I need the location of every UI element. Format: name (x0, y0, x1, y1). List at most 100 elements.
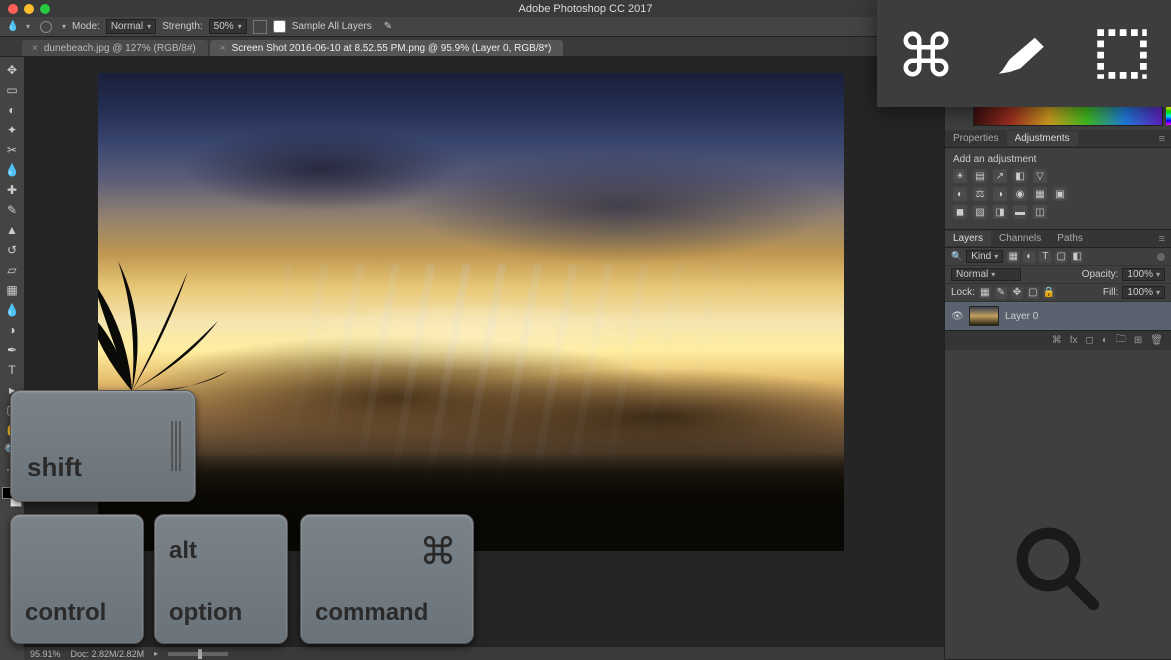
new-fill-layer-icon[interactable]: ◐ (1102, 335, 1108, 346)
color-lookup-icon[interactable]: ▣ (1053, 187, 1067, 201)
type-tool-icon[interactable]: T (2, 361, 22, 379)
layer-row[interactable]: 👁 Layer 0 (945, 302, 1171, 330)
tab-channels[interactable]: Channels (991, 231, 1049, 246)
filter-smart-icon[interactable]: ◧ (1071, 251, 1083, 263)
new-group-icon[interactable]: 🗀 (1116, 332, 1126, 349)
layer-mask-icon[interactable]: ◻ (1086, 335, 1094, 346)
curves-icon[interactable]: ↗ (993, 169, 1007, 183)
tab-paths[interactable]: Paths (1049, 231, 1091, 246)
strength-select[interactable]: 50% ▾ (209, 19, 247, 34)
link-layers-icon[interactable]: ⌘ (1052, 335, 1062, 346)
panel-menu-icon[interactable]: ≡ (1153, 133, 1171, 145)
delete-layer-icon[interactable]: 🗑 (1150, 335, 1163, 346)
clone-stamp-tool-icon[interactable]: ▲ (2, 221, 22, 239)
window-minimize-icon[interactable] (24, 4, 34, 14)
filter-type-select[interactable]: Kind ▾ (966, 250, 1003, 263)
hue-saturation-icon[interactable]: ◐ (953, 187, 967, 201)
lock-position-icon[interactable]: ✥ (1011, 287, 1023, 299)
key-label: shift (27, 452, 82, 483)
levels-icon[interactable]: ▤ (973, 169, 987, 183)
zoom-slider[interactable] (168, 652, 228, 656)
mode-select[interactable]: Normal ▾ (106, 19, 156, 34)
layer-name[interactable]: Layer 0 (1005, 311, 1038, 322)
marquee-selection-icon (1095, 27, 1149, 81)
threshold-icon[interactable]: ◨ (993, 205, 1007, 219)
tool-preset-icon[interactable]: 💧 (6, 20, 20, 34)
brush-preview-icon[interactable] (40, 21, 52, 33)
invert-icon[interactable]: ◼ (953, 205, 967, 219)
lasso-tool-icon[interactable]: ◐ (2, 101, 22, 119)
filter-type-icon[interactable]: T (1039, 251, 1051, 263)
chevron-down-icon[interactable]: ▾ (26, 22, 30, 31)
doc-size[interactable]: Doc: 2.82M/2.82M (71, 649, 145, 659)
document-tab[interactable]: × dunebeach.jpg @ 127% (RGB/8#) (22, 40, 208, 56)
search-icon (1011, 522, 1101, 612)
lock-all-icon[interactable]: 🔒 (1043, 287, 1055, 299)
fill-label: Fill: (1103, 287, 1119, 298)
history-brush-tool-icon[interactable]: ↺ (2, 241, 22, 259)
document-tab[interactable]: × Screen Shot 2016-06-10 at 8.52.55 PM.p… (210, 40, 564, 56)
exposure-icon[interactable]: ◧ (1013, 169, 1027, 183)
blur-tool-icon[interactable]: 💧 (2, 301, 22, 319)
crop-tool-icon[interactable]: ✂ (2, 141, 22, 159)
eyedropper-tool-icon[interactable]: 💧 (2, 161, 22, 179)
sample-all-layers-checkbox[interactable] (273, 20, 286, 33)
magic-wand-tool-icon[interactable]: ✦ (2, 121, 22, 139)
window-close-icon[interactable] (8, 4, 18, 14)
move-tool-icon[interactable]: ✥ (2, 61, 22, 79)
lock-label: Lock: (951, 287, 975, 298)
close-icon[interactable]: × (220, 43, 226, 54)
color-balance-icon[interactable]: ⚖ (973, 187, 987, 201)
window-zoom-icon[interactable] (40, 4, 50, 14)
opacity-select[interactable]: 100% ▾ (1122, 268, 1165, 281)
tab-label: Screen Shot 2016-06-10 at 8.52.55 PM.png… (232, 43, 552, 54)
brush-tool-icon[interactable]: ✎ (2, 201, 22, 219)
filter-shape-icon[interactable]: ▢ (1055, 251, 1067, 263)
marquee-tool-icon[interactable]: ▭ (2, 81, 22, 99)
layer-thumbnail[interactable] (969, 306, 999, 326)
pen-tool-icon[interactable]: ✒ (2, 341, 22, 359)
mode-label: Mode: (72, 21, 100, 32)
lock-transparent-icon[interactable]: ▦ (979, 287, 991, 299)
fill-select[interactable]: 100% ▾ (1122, 286, 1165, 299)
visibility-toggle-icon[interactable]: 👁 (951, 311, 963, 322)
dodge-tool-icon[interactable]: ◑ (2, 321, 22, 339)
chevron-down-icon[interactable]: ▾ (62, 22, 66, 31)
airbrush-icon[interactable] (253, 20, 267, 34)
lock-artboard-icon[interactable]: ▢ (1027, 287, 1039, 299)
filter-toggle-icon[interactable] (1157, 253, 1165, 261)
filter-pixel-icon[interactable]: ▦ (1007, 251, 1019, 263)
tab-properties[interactable]: Properties (945, 131, 1007, 146)
blend-mode-select[interactable]: Normal ▾ (951, 268, 1021, 281)
eraser-tool-icon[interactable]: ▱ (2, 261, 22, 279)
kind-label: Kind (971, 251, 991, 262)
strength-label: Strength: (162, 21, 203, 32)
layer-style-icon[interactable]: fx (1070, 335, 1078, 346)
chevron-right-icon[interactable]: ▸ (154, 649, 158, 658)
tab-adjustments[interactable]: Adjustments (1007, 131, 1078, 146)
layers-footer: ⌘ fx ◻ ◐ 🗀 ⊞ 🗑 (945, 330, 1171, 350)
posterize-icon[interactable]: ▨ (973, 205, 987, 219)
gradient-tool-icon[interactable]: ▦ (2, 281, 22, 299)
lock-image-icon[interactable]: ✎ (995, 287, 1007, 299)
photo-filter-icon[interactable]: ◉ (1013, 187, 1027, 201)
panel-menu-icon[interactable]: ≡ (1153, 233, 1171, 245)
vibrance-icon[interactable]: ▽ (1033, 169, 1047, 183)
channel-mixer-icon[interactable]: ▦ (1033, 187, 1047, 201)
black-white-icon[interactable]: ◑ (993, 187, 1007, 201)
command-icon (421, 533, 455, 567)
selective-color-icon[interactable]: ◫ (1033, 205, 1047, 219)
gradient-map-icon[interactable]: ▬ (1013, 205, 1027, 219)
opacity-label: Opacity: (1082, 269, 1119, 280)
filter-adjustment-icon[interactable]: ◐ (1023, 251, 1035, 263)
brightness-contrast-icon[interactable]: ☀ (953, 169, 967, 183)
zoom-level[interactable]: 95.91% (30, 649, 61, 659)
close-icon[interactable]: × (32, 43, 38, 54)
strength-value: 50% (214, 21, 234, 32)
document-canvas[interactable] (98, 73, 844, 551)
healing-brush-tool-icon[interactable]: ✚ (2, 181, 22, 199)
tablet-pressure-icon[interactable]: ✎ (384, 21, 392, 32)
tab-layers[interactable]: Layers (945, 231, 991, 246)
new-layer-icon[interactable]: ⊞ (1134, 335, 1142, 346)
option-key: alt option (154, 514, 288, 644)
